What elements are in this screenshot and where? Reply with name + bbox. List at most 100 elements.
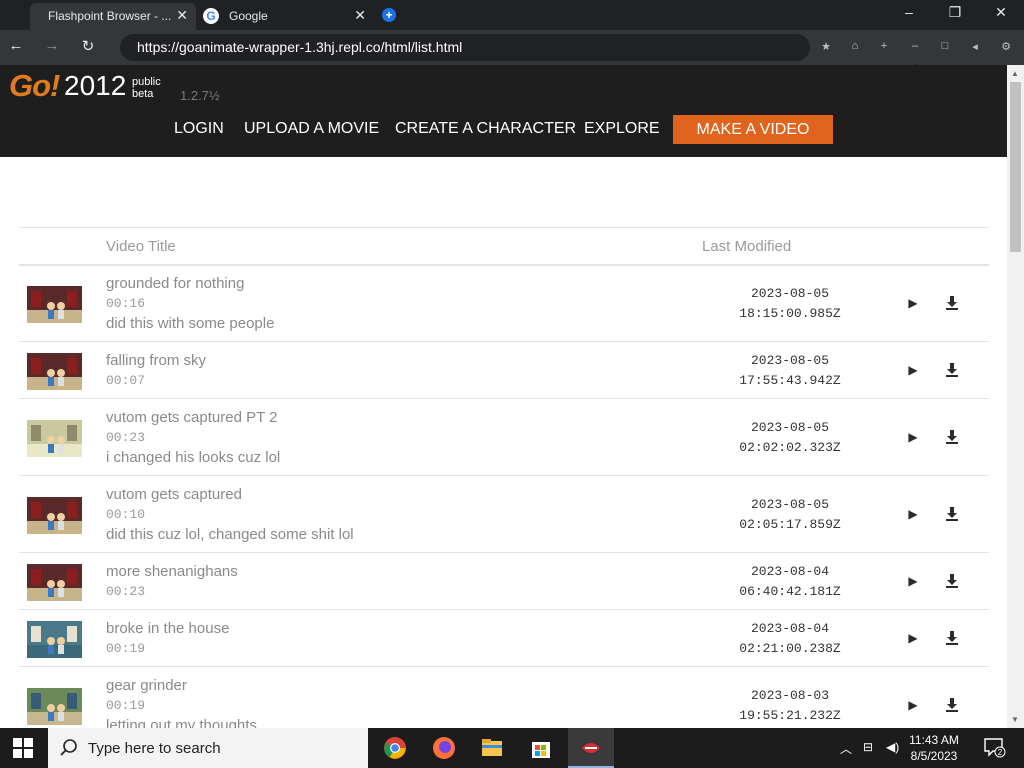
google-icon: G: [203, 8, 219, 24]
nav-login[interactable]: LOGIN: [174, 120, 224, 138]
download-icon[interactable]: [944, 362, 960, 378]
taskbar-search[interactable]: Type here to search: [48, 728, 368, 768]
play-icon[interactable]: ▶: [907, 363, 919, 377]
table-row[interactable]: vutom gets captured 00:10 did this cuz lol…: [19, 476, 989, 553]
address-bar[interactable]: https://goanimate-wrapper-1.3hj.repl.co/…: [120, 34, 810, 61]
table-row[interactable]: broke in the house 00:19 2023-08-04 02:21:0…: [19, 610, 989, 667]
close-window-icon[interactable]: ✕: [981, 4, 1021, 21]
network-icon[interactable]: ⊟: [863, 740, 873, 754]
zoom-out-icon[interactable]: –: [908, 40, 922, 52]
site-logo[interactable]: Go!: [9, 68, 60, 104]
page-scrollbar[interactable]: ▲ ▼: [1007, 65, 1024, 728]
chrome-icon[interactable]: [383, 736, 407, 760]
video-info: broke in the house 00:19: [106, 619, 666, 659]
logo-badge-line1: public: [132, 76, 161, 88]
video-thumbnail[interactable]: [27, 563, 82, 601]
download-icon[interactable]: [944, 506, 960, 522]
download-icon[interactable]: [944, 429, 960, 445]
video-info: gear grinder 00:19 letting out my thoughts: [106, 676, 666, 728]
video-title[interactable]: broke in the house: [106, 619, 666, 639]
video-title[interactable]: more shenanighans: [106, 562, 666, 582]
table-row[interactable]: grounded for nothing 00:16 did this with s…: [19, 265, 989, 342]
download-icon[interactable]: [944, 573, 960, 589]
notification-icon[interactable]: 2: [984, 738, 1006, 758]
restore-icon[interactable]: ❐: [935, 4, 975, 21]
play-icon[interactable]: ▶: [907, 430, 919, 444]
nav-explore[interactable]: EXPLORE: [584, 120, 660, 138]
video-description: i changed his looks cuz lol: [106, 449, 281, 466]
system-clock[interactable]: 11:43 AM 8/5/2023: [904, 732, 964, 764]
close-tab-icon[interactable]: ✕: [176, 7, 188, 24]
bookmark-star-icon[interactable]: ★: [819, 40, 833, 53]
microsoft-store-icon[interactable]: [529, 736, 553, 760]
settings-gear-icon[interactable]: ⚙: [999, 40, 1013, 53]
scroll-down-icon[interactable]: ▼: [1011, 715, 1019, 724]
column-header-title[interactable]: Video Title: [106, 238, 176, 255]
video-thumbnail[interactable]: [27, 285, 82, 323]
play-icon[interactable]: ▶: [907, 507, 919, 521]
tab-title: Flashpoint Browser - ...: [48, 9, 172, 23]
video-thumbnail[interactable]: [27, 620, 82, 658]
forward-icon[interactable]: →: [42, 37, 62, 54]
table-row[interactable]: gear grinder 00:19 letting out my thoughts…: [19, 667, 989, 728]
reload-icon[interactable]: ↻: [78, 37, 98, 55]
logo-year: 2012: [64, 70, 127, 101]
firefox-icon[interactable]: [432, 736, 456, 760]
home-icon[interactable]: ⌂: [848, 40, 862, 52]
play-icon[interactable]: ▶: [907, 698, 919, 712]
show-hidden-icons-icon[interactable]: ︿: [840, 740, 852, 757]
table-top-border: [19, 227, 989, 228]
table-row[interactable]: vutom gets captured PT 2 00:23 i changed h…: [19, 399, 989, 476]
table-row[interactable]: more shenanighans 00:23 2023-08-04 06:40:42…: [19, 553, 989, 610]
column-header-modified[interactable]: Last Modified: [702, 238, 791, 255]
download-icon[interactable]: [944, 630, 960, 646]
play-icon[interactable]: ▶: [907, 296, 919, 310]
scroll-up-icon[interactable]: ▲: [1011, 69, 1019, 78]
windows-start-icon[interactable]: [13, 738, 33, 758]
browser-toolbar: ← → ↻ https://goanimate-wrapper-1.3hj.re…: [0, 30, 1024, 65]
video-title[interactable]: gear grinder: [106, 676, 666, 696]
video-info: more shenanighans 00:23: [106, 562, 666, 602]
fullscreen-icon[interactable]: □: [938, 40, 952, 52]
file-explorer-icon[interactable]: [480, 736, 504, 760]
modified-date: 2023-08-05: [750, 419, 829, 435]
table-row[interactable]: falling from sky 00:07 2023-08-05 17:55:43.…: [19, 342, 989, 399]
video-title[interactable]: vutom gets captured: [106, 485, 666, 505]
windows-taskbar: Type here to search ︿ ⊟ ◀) 11:43 AM 8/5/…: [0, 728, 1024, 768]
video-info: vutom gets captured 00:10 did this cuz lol…: [106, 485, 666, 545]
play-icon[interactable]: ▶: [907, 631, 919, 645]
modified-time: 18:15:00.985Z: [739, 305, 841, 321]
logo-badge: public beta: [132, 76, 172, 100]
download-icon[interactable]: [944, 295, 960, 311]
minimize-icon[interactable]: –: [889, 4, 929, 20]
modified-date: 2023-08-04: [750, 563, 829, 579]
play-icon[interactable]: ▶: [907, 574, 919, 588]
mute-icon[interactable]: ◂: [968, 40, 982, 53]
make-video-button[interactable]: MAKE A VIDEO: [673, 115, 833, 144]
flashpoint-taskbar-button[interactable]: [568, 728, 614, 768]
download-icon[interactable]: [944, 697, 960, 713]
video-thumbnail[interactable]: [27, 419, 82, 457]
video-duration: 00:19: [106, 698, 146, 713]
video-title[interactable]: grounded for nothing: [106, 274, 666, 294]
video-duration: 00:10: [106, 507, 146, 522]
back-icon[interactable]: ←: [6, 37, 26, 54]
scrollbar-thumb[interactable]: [1010, 82, 1021, 252]
video-title[interactable]: vutom gets captured PT 2: [106, 408, 666, 428]
nav-create-character[interactable]: CREATE A CHARACTER: [395, 120, 576, 138]
nav-upload-movie[interactable]: UPLOAD A MOVIE: [244, 120, 379, 138]
video-thumbnail[interactable]: [27, 496, 82, 534]
video-title[interactable]: falling from sky: [106, 351, 666, 371]
tab-google[interactable]: G Google ✕: [198, 3, 374, 30]
close-tab-icon[interactable]: ✕: [354, 7, 366, 24]
video-thumbnail[interactable]: [27, 352, 82, 390]
last-modified: 2023-08-03 19:55:21.232Z: [709, 686, 871, 726]
clock-time: 11:43 AM: [909, 733, 959, 747]
volume-icon[interactable]: ◀): [886, 740, 899, 754]
clock-date: 8/5/2023: [910, 749, 958, 763]
new-tab-icon[interactable]: +: [382, 8, 396, 22]
tab-flashpoint[interactable]: Flashpoint Browser - ... ✕: [30, 3, 196, 30]
zoom-in-icon[interactable]: +: [877, 40, 891, 52]
last-modified: 2023-08-05 18:15:00.985Z: [709, 284, 871, 324]
video-thumbnail[interactable]: [27, 687, 82, 725]
